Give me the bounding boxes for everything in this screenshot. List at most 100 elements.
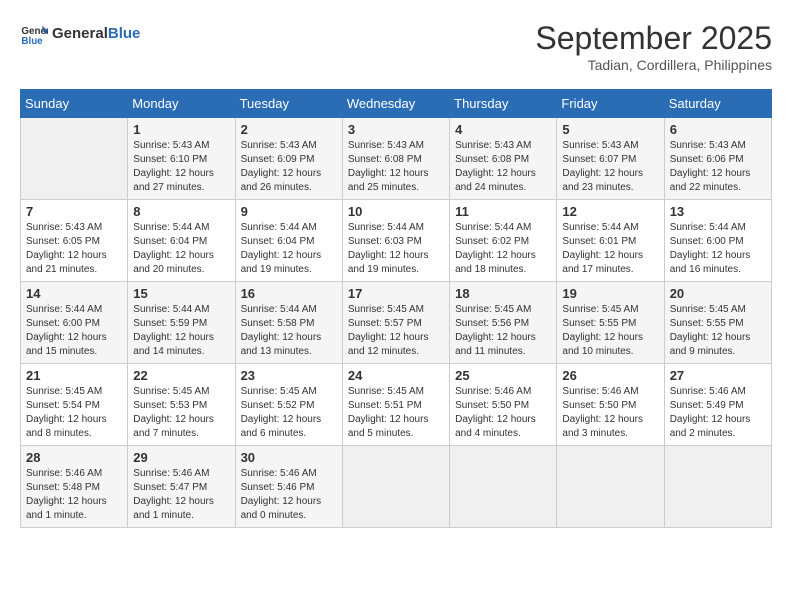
day-info: Sunrise: 5:43 AMSunset: 6:07 PMDaylight:… (562, 139, 658, 195)
day-info: Sunrise: 5:44 AMSunset: 6:03 PMDaylight:… (348, 221, 444, 277)
calendar-cell: 1Sunrise: 5:43 AMSunset: 6:10 PMDaylight… (128, 118, 235, 200)
day-number: 26 (562, 368, 658, 383)
day-number: 4 (455, 122, 551, 137)
day-info: Sunrise: 5:45 AMSunset: 5:51 PMDaylight:… (348, 385, 444, 441)
logo: General Blue GeneralBlue (20, 20, 140, 48)
calendar-cell: 14 Sunrise: 5:44 AMSunset: 6:00 PMDayligh… (21, 282, 128, 364)
header-day-friday: Friday (557, 90, 664, 118)
calendar-cell: 30 Sunrise: 5:46 AMSunset: 5:46 PMDayligh… (235, 446, 342, 528)
day-info: Sunrise: 5:46 AMSunset: 5:48 PMDaylight:… (26, 467, 122, 523)
calendar-cell: 4 Sunrise: 5:43 AMSunset: 6:08 PMDaylight… (450, 118, 557, 200)
day-number: 21 (26, 368, 122, 383)
calendar-cell: 26 Sunrise: 5:46 AMSunset: 5:50 PMDayligh… (557, 364, 664, 446)
calendar-week-2: 7Sunrise: 5:43 AMSunset: 6:05 PMDaylight… (21, 200, 772, 282)
calendar-week-5: 28 Sunrise: 5:46 AMSunset: 5:48 PMDayligh… (21, 446, 772, 528)
calendar-cell: 19 Sunrise: 5:45 AMSunset: 5:55 PMDayligh… (557, 282, 664, 364)
header-day-tuesday: Tuesday (235, 90, 342, 118)
calendar-cell: 6 Sunrise: 5:43 AMSunset: 6:06 PMDaylight… (664, 118, 771, 200)
day-info: Sunrise: 5:46 AMSunset: 5:47 PMDaylight:… (133, 467, 229, 523)
day-info: Sunrise: 5:45 AMSunset: 5:54 PMDaylight:… (26, 385, 122, 441)
day-number: 20 (670, 286, 766, 301)
day-number: 28 (26, 450, 122, 465)
month-title: September 2025 (535, 20, 772, 57)
day-info: Sunrise: 5:43 AMSunset: 6:09 PMDaylight:… (241, 139, 337, 195)
calendar-cell: 21 Sunrise: 5:45 AMSunset: 5:54 PMDayligh… (21, 364, 128, 446)
calendar-header: SundayMondayTuesdayWednesdayThursdayFrid… (21, 90, 772, 118)
day-info: Sunrise: 5:44 AMSunset: 6:04 PMDaylight:… (133, 221, 229, 277)
title-block: September 2025 Tadian, Cordillera, Phili… (535, 20, 772, 73)
calendar-cell: 8 Sunrise: 5:44 AMSunset: 6:04 PMDaylight… (128, 200, 235, 282)
calendar-cell (664, 446, 771, 528)
calendar-cell: 12 Sunrise: 5:44 AMSunset: 6:01 PMDayligh… (557, 200, 664, 282)
calendar-cell: 27Sunrise: 5:46 AMSunset: 5:49 PMDayligh… (664, 364, 771, 446)
day-number: 10 (348, 204, 444, 219)
calendar-cell (342, 446, 449, 528)
calendar-cell: 18 Sunrise: 5:45 AMSunset: 5:56 PMDayligh… (450, 282, 557, 364)
calendar-cell: 13 Sunrise: 5:44 AMSunset: 6:00 PMDayligh… (664, 200, 771, 282)
calendar-cell: 16 Sunrise: 5:44 AMSunset: 5:58 PMDayligh… (235, 282, 342, 364)
header-day-thursday: Thursday (450, 90, 557, 118)
day-info: Sunrise: 5:44 AMSunset: 6:02 PMDaylight:… (455, 221, 551, 277)
day-info: Sunrise: 5:46 AMSunset: 5:50 PMDaylight:… (562, 385, 658, 441)
day-number: 16 (241, 286, 337, 301)
calendar-cell: 23Sunrise: 5:45 AMSunset: 5:52 PMDayligh… (235, 364, 342, 446)
location: Tadian, Cordillera, Philippines (535, 57, 772, 73)
day-number: 14 (26, 286, 122, 301)
day-number: 22 (133, 368, 229, 383)
calendar-cell: 7Sunrise: 5:43 AMSunset: 6:05 PMDaylight… (21, 200, 128, 282)
calendar-cell (21, 118, 128, 200)
calendar-cell (557, 446, 664, 528)
day-number: 11 (455, 204, 551, 219)
header-day-saturday: Saturday (664, 90, 771, 118)
day-number: 8 (133, 204, 229, 219)
day-number: 6 (670, 122, 766, 137)
calendar-week-1: 1Sunrise: 5:43 AMSunset: 6:10 PMDaylight… (21, 118, 772, 200)
day-info: Sunrise: 5:45 AMSunset: 5:52 PMDaylight:… (241, 385, 337, 441)
day-info: Sunrise: 5:43 AMSunset: 6:06 PMDaylight:… (670, 139, 766, 195)
day-info: Sunrise: 5:43 AMSunset: 6:10 PMDaylight:… (133, 139, 229, 195)
calendar-cell: 2 Sunrise: 5:43 AMSunset: 6:09 PMDaylight… (235, 118, 342, 200)
day-info: Sunrise: 5:44 AMSunset: 6:01 PMDaylight:… (562, 221, 658, 277)
calendar-cell: 25 Sunrise: 5:46 AMSunset: 5:50 PMDayligh… (450, 364, 557, 446)
day-info: Sunrise: 5:45 AMSunset: 5:55 PMDaylight:… (562, 303, 658, 359)
day-info: Sunrise: 5:44 AMSunset: 6:00 PMDaylight:… (670, 221, 766, 277)
day-info: Sunrise: 5:44 AMSunset: 5:59 PMDaylight:… (133, 303, 229, 359)
day-info: Sunrise: 5:43 AMSunset: 6:08 PMDaylight:… (455, 139, 551, 195)
calendar-table: SundayMondayTuesdayWednesdayThursdayFrid… (20, 89, 772, 528)
header-day-monday: Monday (128, 90, 235, 118)
calendar-cell: 15 Sunrise: 5:44 AMSunset: 5:59 PMDayligh… (128, 282, 235, 364)
day-number: 12 (562, 204, 658, 219)
day-number: 18 (455, 286, 551, 301)
day-number: 27 (670, 368, 766, 383)
calendar-cell: 28 Sunrise: 5:46 AMSunset: 5:48 PMDayligh… (21, 446, 128, 528)
page-header: General Blue GeneralBlue September 2025 … (20, 20, 772, 73)
day-number: 15 (133, 286, 229, 301)
day-info: Sunrise: 5:44 AMSunset: 5:58 PMDaylight:… (241, 303, 337, 359)
calendar-cell: 9 Sunrise: 5:44 AMSunset: 6:04 PMDaylight… (235, 200, 342, 282)
calendar-cell (450, 446, 557, 528)
calendar-week-4: 21 Sunrise: 5:45 AMSunset: 5:54 PMDayligh… (21, 364, 772, 446)
day-number: 5 (562, 122, 658, 137)
calendar-cell: 3Sunrise: 5:43 AMSunset: 6:08 PMDaylight… (342, 118, 449, 200)
day-info: Sunrise: 5:44 AMSunset: 6:04 PMDaylight:… (241, 221, 337, 277)
svg-text:Blue: Blue (21, 36, 43, 47)
day-info: Sunrise: 5:44 AMSunset: 6:00 PMDaylight:… (26, 303, 122, 359)
day-info: Sunrise: 5:46 AMSunset: 5:50 PMDaylight:… (455, 385, 551, 441)
day-number: 25 (455, 368, 551, 383)
day-number: 9 (241, 204, 337, 219)
logo-icon: General Blue (20, 20, 48, 48)
calendar-cell: 10 Sunrise: 5:44 AMSunset: 6:03 PMDayligh… (342, 200, 449, 282)
calendar-cell: 24Sunrise: 5:45 AMSunset: 5:51 PMDayligh… (342, 364, 449, 446)
day-number: 3 (348, 122, 444, 137)
day-number: 30 (241, 450, 337, 465)
day-number: 29 (133, 450, 229, 465)
calendar-cell: 11 Sunrise: 5:44 AMSunset: 6:02 PMDayligh… (450, 200, 557, 282)
day-number: 17 (348, 286, 444, 301)
day-info: Sunrise: 5:45 AMSunset: 5:56 PMDaylight:… (455, 303, 551, 359)
day-number: 19 (562, 286, 658, 301)
day-number: 13 (670, 204, 766, 219)
day-info: Sunrise: 5:46 AMSunset: 5:46 PMDaylight:… (241, 467, 337, 523)
day-number: 7 (26, 204, 122, 219)
calendar-cell: 22Sunrise: 5:45 AMSunset: 5:53 PMDayligh… (128, 364, 235, 446)
day-number: 2 (241, 122, 337, 137)
